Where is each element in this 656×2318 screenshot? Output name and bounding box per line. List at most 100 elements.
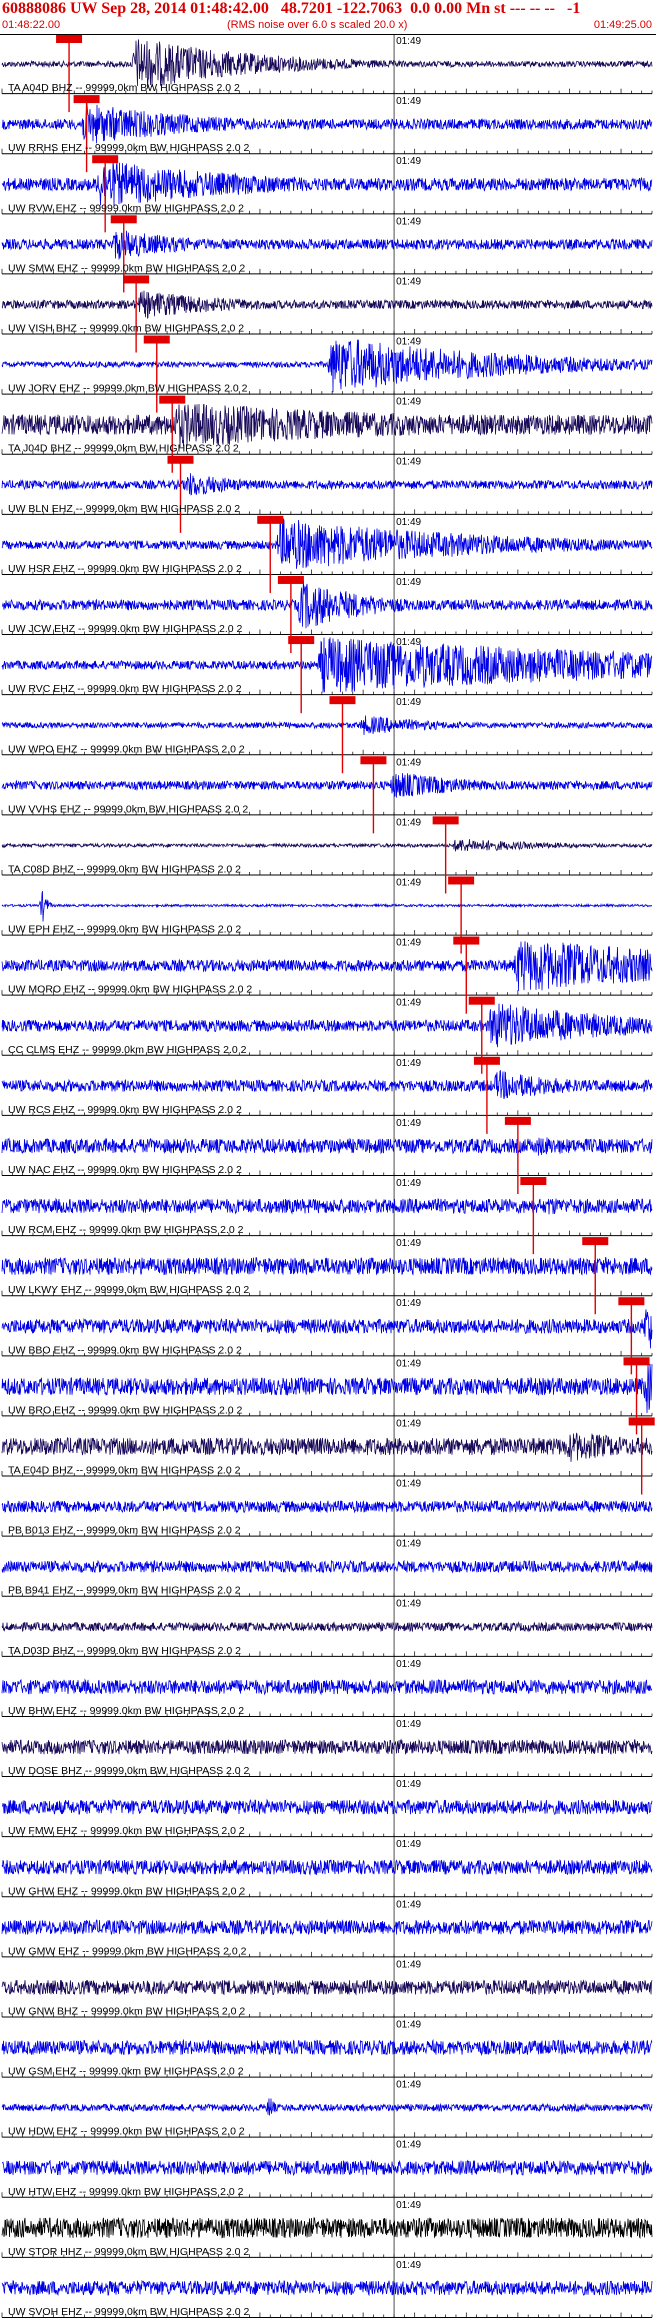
trace-row: 01:49 TA D03D BHZ -- 99999.0km BW HIGHPAS… (1, 1596, 653, 1657)
trace-label: UW FMW EHZ -- 99999.0km BW HIGHPASS 2.0 … (8, 1825, 245, 1837)
trace-label: UW RRHS EHZ -- 99999.0km BW HIGHPASS 2.0… (8, 142, 250, 154)
minute-label: 01:49 (396, 517, 421, 528)
waveform (1, 1738, 653, 1755)
seismogram-panel: 01:49 TA A04D BHZ -- 99999.0km BW HIGHPAS… (1, 34, 655, 2318)
waveform (1, 1197, 653, 1215)
minute-label: 01:49 (396, 1178, 421, 1189)
minute-label: 01:49 (396, 2080, 421, 2091)
waveform (1, 1499, 653, 1514)
minute-label: 01:49 (396, 337, 421, 348)
trace-label: TA D03D BHZ -- 99999.0km BW HIGHPASS 2.0… (8, 1645, 241, 1657)
trace-row: 01:49 UW SMW EHZ -- 99999.0km BW HIGHPASS… (1, 214, 653, 293)
waveform (1, 2038, 653, 2057)
trace-row: 01:49 PB B941 EHZ -- 99999.0km BW HIGHPAS… (1, 1536, 653, 1597)
minute-label: 01:49 (396, 457, 421, 468)
trace-label: UW GSM EHZ -- 99999.0km BW HIGHPASS 2.0 … (8, 2066, 244, 2078)
pick-flag (110, 215, 137, 224)
trace-label: UW RCM EHZ -- 99999.0km BW HIGHPASS 2.0 … (8, 1224, 244, 1236)
pick-flag (504, 1116, 531, 1125)
minute-label: 01:49 (396, 817, 421, 828)
start-time: 01:48:22.00 (2, 19, 61, 31)
minute-label: 01:49 (396, 1959, 421, 1970)
minute-label: 01:49 (396, 156, 421, 167)
trace-label: TA C08D BHZ -- 99999.0km BW HIGHPASS 2.0… (8, 863, 241, 875)
trace-row: 01:49 UW LKWY EHZ -- 99999.0km BW HIGHPAS… (1, 1236, 653, 1315)
waveform (1, 839, 653, 852)
waveform (1, 1003, 653, 1048)
trace-label: CC CLMS EHZ -- 99999.0km BW HIGHPASS 2.0… (8, 1044, 247, 1056)
trace-label: UW RVW EHZ -- 99999.0km BW HIGHPASS 2.0 … (8, 202, 244, 214)
trace-row: 01:49 UW GHW EHZ -- 99999.0km BW HIGHPASS… (1, 1837, 653, 1898)
waveform (1, 2217, 653, 2240)
minute-label: 01:49 (396, 1118, 421, 1129)
trace-label: PB B941 EHZ -- 99999.0km BW HIGHPASS 2.0… (8, 1585, 241, 1597)
minute-label: 01:49 (396, 1539, 421, 1550)
minute-label: 01:49 (396, 877, 421, 888)
waveform (1, 1798, 653, 1816)
minute-label: 01:49 (396, 36, 421, 47)
trace-row: 01:49 UW BRO EHZ -- 99999.0km BW HIGHPASS… (1, 1356, 653, 1435)
pick-flag (453, 936, 480, 945)
waveform (1, 162, 653, 206)
waveform (1, 1978, 653, 1996)
trace-row: 01:49 UW GMW EHZ -- 99999.0km BW HIGHPASS… (1, 1897, 653, 1958)
trace-label: TA J04D BHZ -- 99999.0km BW HIGHPASS 2.0… (8, 443, 239, 455)
pick-flag (473, 1056, 500, 1065)
trace-row: 01:49 UW WPO EHZ -- 99999.0km BW HIGHPASS… (1, 695, 653, 774)
minute-label: 01:49 (396, 637, 421, 648)
minute-label: 01:49 (396, 1899, 421, 1910)
trace-row: 01:49 PB B013 EHZ -- 99999.0km BW HIGHPAS… (1, 1476, 653, 1537)
pick-flag (360, 756, 387, 765)
trace-row: 01:49 UW BHW EHZ -- 99999.0km BW HIGHPASS… (1, 1656, 653, 1717)
minute-label: 01:49 (396, 1839, 421, 1850)
trace-label: UW GMW EHZ -- 99999.0km BW HIGHPASS 2.0 … (8, 1945, 247, 1957)
trace-row: 01:49 UW JCW EHZ -- 99999.0km BW HIGHPASS… (1, 574, 653, 654)
pick-flag (628, 1417, 655, 1426)
plot-header: 60888086 UW Sep 28, 2014 01:48:42.00 48.… (0, 0, 656, 35)
trace-row: 01:49 UW FMW EHZ -- 99999.0km BW HIGHPASS… (1, 1777, 653, 1838)
minute-label: 01:49 (396, 938, 421, 949)
end-time: 01:49:25.00 (593, 19, 652, 31)
trace-row: 01:49 UW SVOH EHZ -- 99999.0km BW HIGHPAS… (1, 2257, 653, 2318)
minute-label: 01:49 (396, 216, 421, 227)
waveform (1, 517, 653, 569)
waveform (1, 1069, 653, 1099)
waveform (1, 2098, 653, 2116)
waveform (1, 473, 653, 496)
trace-label: UW GNW BHZ -- 99999.0km BW HIGHPASS 2.0 … (8, 2005, 245, 2017)
waveform (1, 2279, 653, 2297)
pick-flag (277, 575, 304, 584)
waveform (1, 290, 653, 320)
trace-row: 01:49 UW NAC EHZ -- 99999.0km BW HIGHPASS… (1, 1115, 653, 1194)
trace-label: UW SMW EHZ -- 99999.0km BW HIGHPASS 2.0 … (8, 262, 245, 274)
pick-flag (623, 1357, 650, 1366)
minute-label: 01:49 (396, 577, 421, 588)
trace-row: 01:49 TA C08D BHZ -- 99999.0km BW HIGHPAS… (1, 815, 653, 894)
pick-flag (92, 155, 119, 164)
pick-flag (159, 395, 186, 404)
waveform (1, 715, 653, 736)
waveform (1, 773, 653, 798)
waveform (1, 1432, 653, 1462)
minute-label: 01:49 (396, 1058, 421, 1069)
waveform (1, 580, 653, 629)
trace-row: 01:49 UW GNW BHZ -- 99999.0km BW HIGHPASS… (1, 1957, 653, 2018)
waveform (1, 1678, 653, 1696)
minute-label: 01:49 (396, 397, 421, 408)
trace-label: UW DOSE BHZ -- 99999.0km BW HIGHPASS 2.0… (8, 1765, 250, 1777)
trace-row: 01:49 TA E04D BHZ -- 99999.0km BW HIGHPAS… (1, 1416, 655, 1495)
waveform (1, 2159, 653, 2177)
minute-label: 01:49 (396, 2260, 421, 2271)
minute-label: 01:49 (396, 1659, 421, 1670)
trace-row: 01:49 UW BBO EHZ -- 99999.0km BW HIGHPASS… (1, 1296, 653, 1375)
pick-flag (73, 95, 100, 104)
trace-label: UW BHW EHZ -- 99999.0km BW HIGHPASS 2.0 … (8, 1705, 244, 1717)
trace-row: 01:49 UW HDW EHZ -- 99999.0km BW HIGHPASS… (1, 2077, 653, 2138)
trace-label: UW GHW EHZ -- 99999.0km BW HIGHPASS 2.0 … (8, 1885, 245, 1897)
event-title: 60888086 UW Sep 28, 2014 01:48:42.00 48.… (2, 0, 581, 17)
trace-label: TA E04D BHZ -- 99999.0km BW HIGHPASS 2.0… (8, 1465, 241, 1477)
minute-label: 01:49 (396, 697, 421, 708)
trace-row: 01:49 UW STOR HHZ -- 99999.0km BW HIGHPAS… (1, 2197, 653, 2258)
minute-label: 01:49 (396, 1479, 421, 1490)
trace-row: 01:49 UW DOSE BHZ -- 99999.0km BW HIGHPAS… (1, 1716, 653, 1778)
